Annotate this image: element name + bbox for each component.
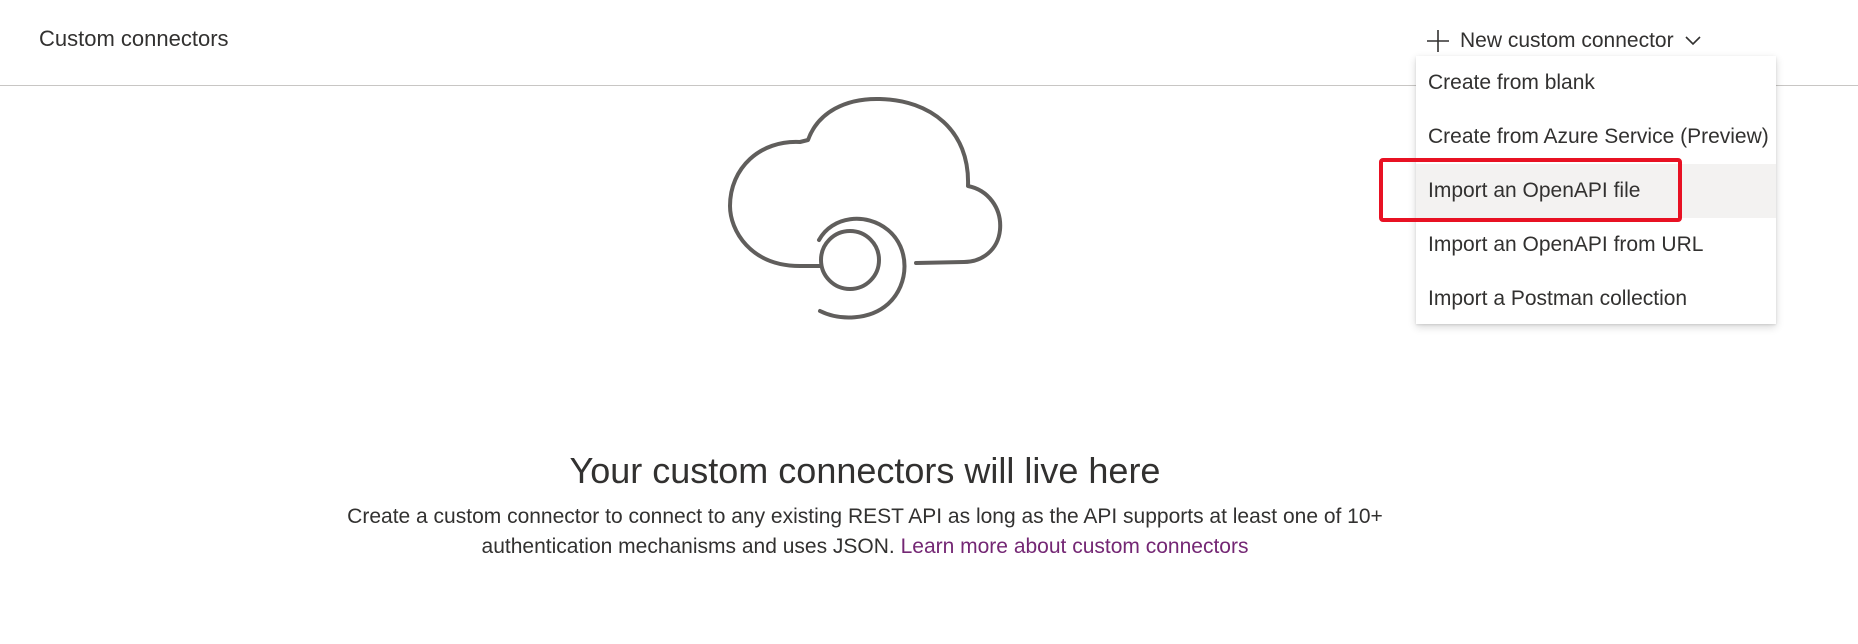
page-title: Custom connectors <box>39 26 229 51</box>
empty-state-title: Your custom connectors will live here <box>569 450 1161 491</box>
new-connector-dropdown-menu: Create from blank Create from Azure Serv… <box>1416 56 1776 324</box>
new-custom-connector-label: New custom connector <box>1460 29 1674 52</box>
menu-item-import-postman-collection[interactable]: Import a Postman collection <box>1416 272 1776 326</box>
empty-state-description: Create a custom connector to connect to … <box>330 502 1400 562</box>
cloud-connector-icon <box>720 90 1010 330</box>
menu-item-create-from-blank[interactable]: Create from blank <box>1416 56 1776 110</box>
chevron-down-icon <box>1684 35 1702 47</box>
custom-connectors-page: Custom connectors New custom connector Y… <box>0 0 1858 644</box>
menu-item-import-openapi-url[interactable]: Import an OpenAPI from URL <box>1416 218 1776 272</box>
plus-icon <box>1426 29 1450 53</box>
menu-item-create-from-azure-service[interactable]: Create from Azure Service (Preview) <box>1416 110 1776 164</box>
new-custom-connector-button[interactable]: New custom connector <box>1426 22 1702 60</box>
menu-item-import-openapi-file[interactable]: Import an OpenAPI file <box>1416 164 1776 218</box>
learn-more-link[interactable]: Learn more about custom connectors <box>901 535 1249 558</box>
